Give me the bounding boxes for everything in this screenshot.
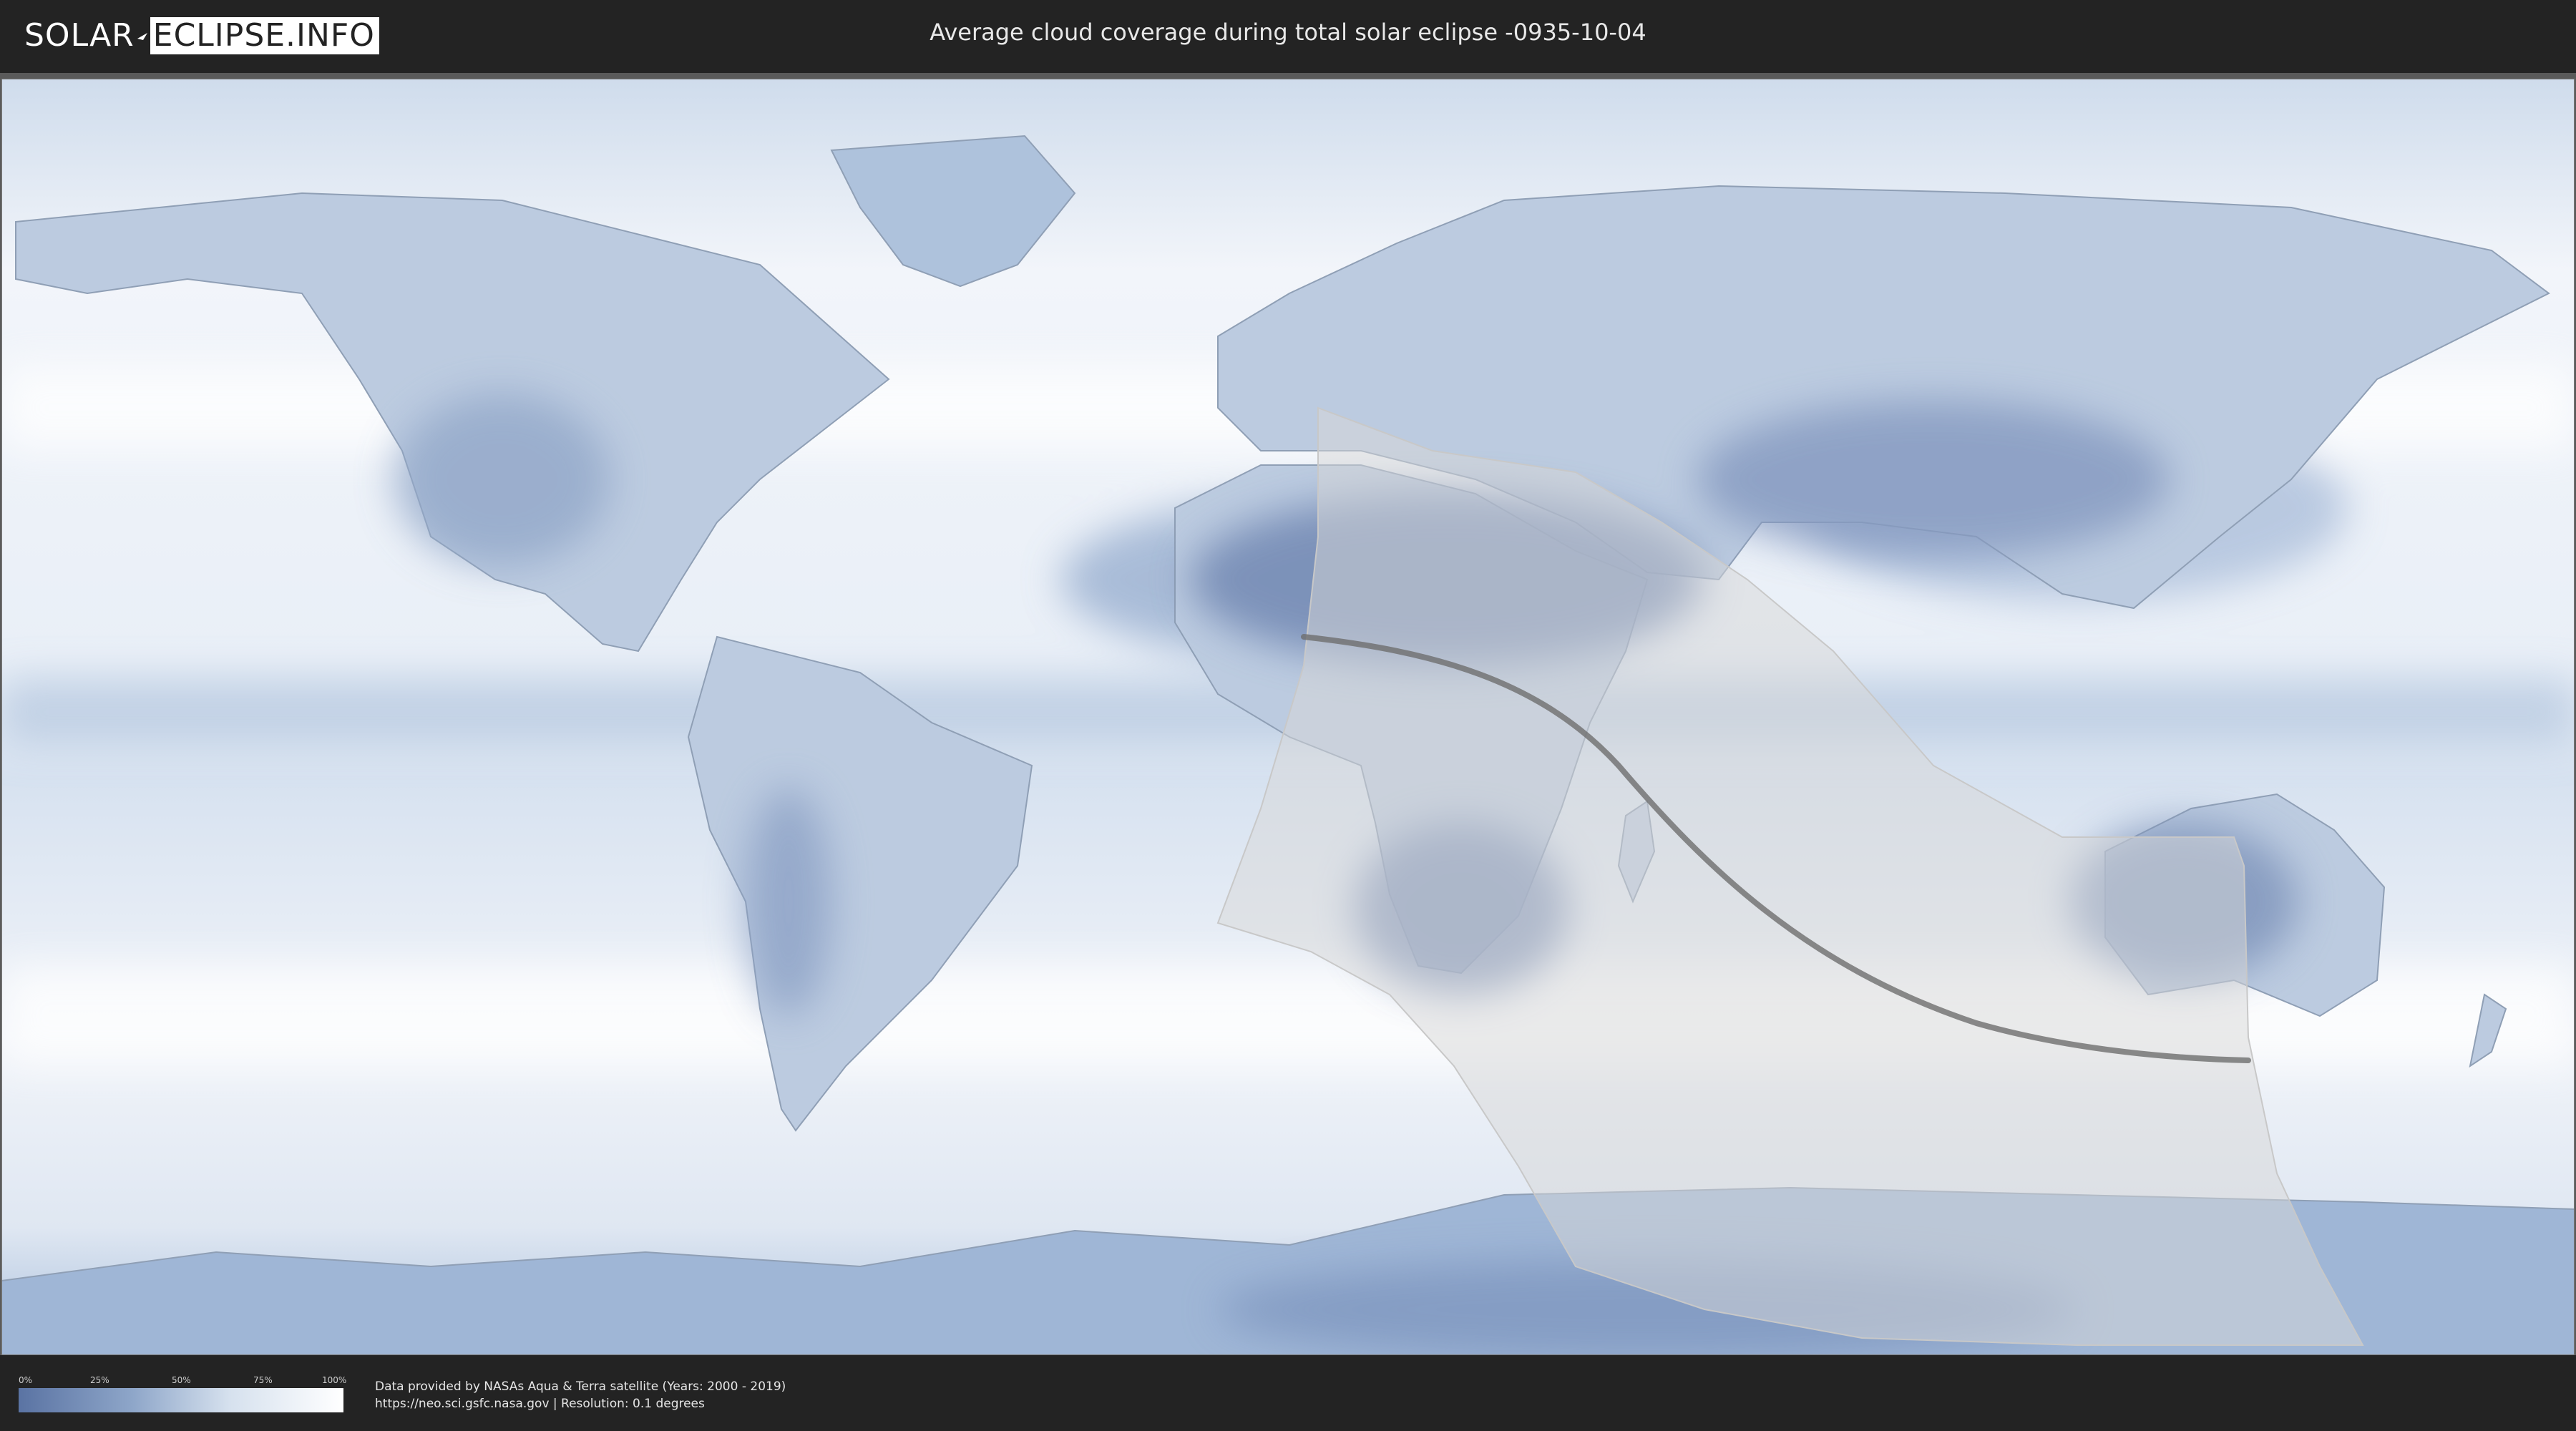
legend-tick: 100% bbox=[322, 1375, 347, 1385]
header-bar: SOLAR ECLIPSE.INFO Average cloud coverag… bbox=[0, 0, 2576, 73]
data-source: https://neo.sci.gsfc.nasa.gov | Resoluti… bbox=[375, 1397, 705, 1411]
legend-tick: 0% bbox=[19, 1375, 33, 1385]
legend-tick: 50% bbox=[172, 1375, 191, 1385]
legend-tick: 25% bbox=[90, 1375, 109, 1385]
page-title: Average cloud coverage during total sola… bbox=[930, 19, 1646, 46]
data-credit: Data provided by NASAs Aqua & Terra sate… bbox=[375, 1379, 786, 1394]
legend-ticks: 0% 25% 50% 75% 100% bbox=[19, 1375, 347, 1385]
cloud-coverage-legend-bar bbox=[19, 1388, 343, 1412]
map-frame bbox=[0, 73, 2576, 1355]
legend-tick: 75% bbox=[253, 1375, 273, 1385]
cloud-coverage-map bbox=[1, 79, 2575, 1355]
